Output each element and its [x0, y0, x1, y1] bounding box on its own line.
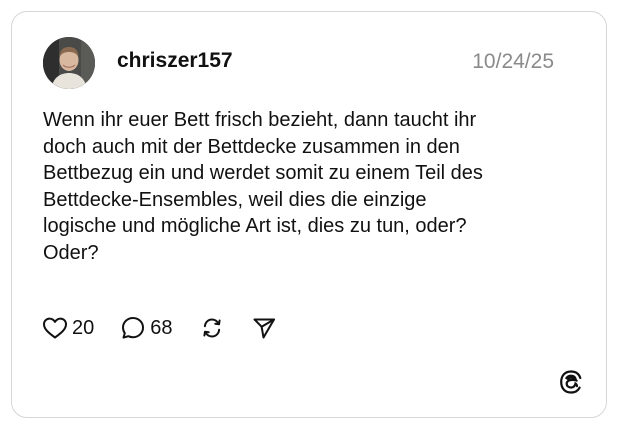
reply-count: 68: [150, 316, 173, 339]
username[interactable]: chriszer157: [117, 49, 233, 73]
post-date: 10/24/25: [472, 50, 554, 73]
post-actions: 20 68: [42, 314, 277, 342]
send-icon: [251, 315, 277, 341]
speech-bubble-icon: [120, 315, 146, 341]
share-button[interactable]: [251, 315, 277, 341]
post-text: Wenn ihr euer Bett frisch bezieht, dann …: [43, 109, 483, 264]
like-count: 20: [72, 316, 95, 339]
repost-icon: [199, 315, 225, 341]
repost-button[interactable]: [199, 315, 225, 341]
threads-logo-icon: [558, 369, 584, 395]
avatar-photo: [43, 37, 95, 89]
like-button[interactable]: 20: [42, 316, 94, 340]
heart-icon: [42, 316, 68, 340]
reply-button[interactable]: 68: [120, 315, 173, 341]
avatar[interactable]: [43, 37, 95, 89]
threads-post-card: chriszer157 10/24/25 Wenn ihr euer Bett …: [11, 11, 607, 418]
